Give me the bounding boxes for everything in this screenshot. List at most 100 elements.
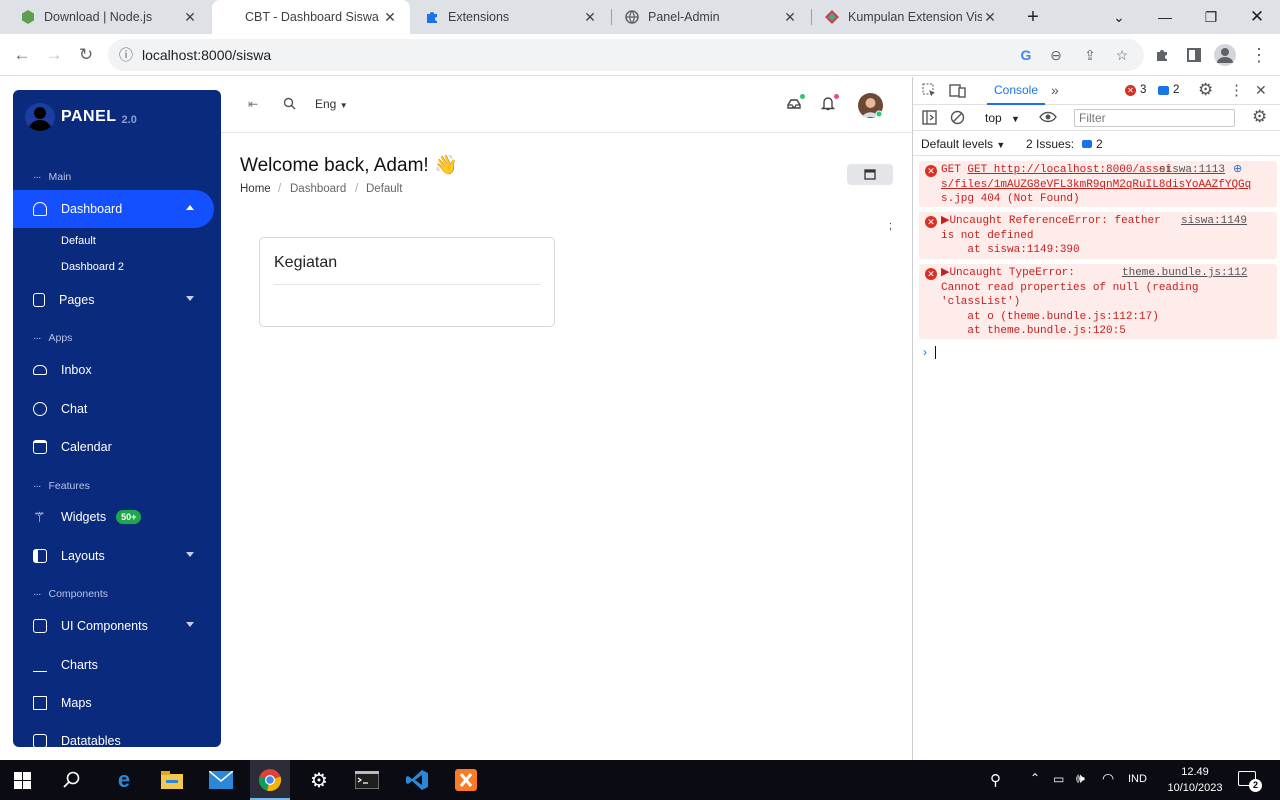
- battery-icon[interactable]: ▭: [1053, 772, 1064, 786]
- collapse-sidebar-icon[interactable]: ⇤: [248, 97, 258, 111]
- avatar[interactable]: [858, 93, 883, 118]
- kebab-menu-icon[interactable]: ⋮: [1229, 81, 1244, 99]
- network-link-icon[interactable]: ⊕: [1233, 163, 1242, 178]
- console-error-row[interactable]: ✕ ▶Uncaught ReferenceError: feather sisw…: [919, 212, 1277, 259]
- search-icon[interactable]: [283, 97, 296, 110]
- xampp-icon[interactable]: [452, 766, 480, 794]
- breadcrumb-home[interactable]: Home: [240, 183, 271, 195]
- breadcrumb-separator: /: [355, 183, 359, 195]
- clear-console-icon[interactable]: [950, 110, 965, 125]
- error-source-link[interactable]: siswa:1113: [1159, 163, 1225, 178]
- sidebar-item-chat[interactable]: Chat: [13, 390, 214, 428]
- tab-search-button[interactable]: ⌄: [1096, 0, 1142, 34]
- close-icon[interactable]: ✕: [782, 9, 798, 26]
- file-explorer-icon[interactable]: [158, 766, 186, 794]
- bookmark-star-icon[interactable]: ☆: [1112, 45, 1132, 65]
- minimize-button[interactable]: —: [1142, 0, 1188, 34]
- error-counter[interactable]: ✕ 3: [1125, 84, 1146, 96]
- language-indicator[interactable]: IND: [1128, 773, 1147, 785]
- extensions-puzzle-icon[interactable]: [1149, 42, 1175, 68]
- chrome-taskbar-button[interactable]: [250, 760, 290, 800]
- side-panel-icon[interactable]: [1181, 42, 1207, 68]
- sidebar-item-calendar[interactable]: Calendar: [13, 428, 214, 466]
- date-picker-button[interactable]: [847, 164, 893, 185]
- sidebar-item-widgets[interactable]: ⚚ Widgets 50+: [13, 498, 214, 536]
- sidebar-item-inbox[interactable]: Inbox: [13, 351, 214, 389]
- new-tab-button[interactable]: +: [1010, 0, 1056, 34]
- sidebar-item-datatables[interactable]: Datatables: [13, 722, 214, 747]
- inspect-element-icon[interactable]: [922, 83, 937, 98]
- profile-avatar-icon[interactable]: [1212, 42, 1238, 68]
- vscode-icon[interactable]: [403, 766, 431, 794]
- error-url[interactable]: GET http://localhost:8000/asset: [967, 164, 1172, 176]
- chevron-up-icon[interactable]: ⌃: [1030, 771, 1040, 785]
- sidebar-item-ui-components[interactable]: UI Components: [13, 607, 214, 645]
- info-icon[interactable]: ⓘ: [116, 45, 136, 65]
- console-error-row[interactable]: ✕ GET GET http://localhost:8000/asset si…: [919, 161, 1277, 207]
- sidebar-item-pages[interactable]: Pages: [13, 281, 214, 319]
- tab-kumpulan-extension[interactable]: Kumpulan Extension Visu ✕: [812, 0, 1010, 34]
- tab-console[interactable]: Console: [987, 77, 1045, 105]
- brand[interactable]: PANEL 2.0: [25, 103, 137, 131]
- address-bar[interactable]: ⓘ localhost:8000/siswa G ⊖ ⇪ ☆: [108, 39, 1144, 71]
- context-selector[interactable]: top ▼: [985, 111, 1020, 125]
- error-message-line[interactable]: s/files/1mAUZG8eVFL3kmR9qnM2qRuIL8disYoA…: [941, 178, 1251, 193]
- sidebar-item-charts[interactable]: Charts: [13, 646, 214, 684]
- error-stack-line[interactable]: at theme.bundle.js:120:5: [941, 324, 1125, 339]
- close-icon[interactable]: ✕: [982, 9, 998, 26]
- bell-icon[interactable]: [821, 96, 835, 111]
- device-toolbar-icon[interactable]: [949, 83, 966, 98]
- close-icon[interactable]: ✕: [1255, 82, 1267, 99]
- close-icon[interactable]: ✕: [382, 9, 398, 26]
- console-prompt[interactable]: ›: [923, 345, 937, 360]
- mail-icon[interactable]: [207, 766, 235, 794]
- more-icon[interactable]: ;: [889, 220, 892, 232]
- url-text[interactable]: localhost:8000/siswa: [142, 47, 271, 63]
- terminal-icon[interactable]: [353, 766, 381, 794]
- back-button[interactable]: ←: [9, 42, 35, 68]
- sidebar-toggle-icon[interactable]: [922, 110, 937, 125]
- error-stack-line[interactable]: at o (theme.bundle.js:112:17): [941, 310, 1158, 325]
- restore-button[interactable]: ❐: [1188, 0, 1234, 34]
- error-stack-line[interactable]: at siswa:1149:390: [941, 243, 1079, 258]
- close-window-button[interactable]: ✕: [1234, 0, 1280, 34]
- sidebar-subitem-default[interactable]: Default: [61, 235, 96, 247]
- search-icon[interactable]: [63, 771, 81, 789]
- sidebar-item-maps[interactable]: Maps: [13, 684, 214, 722]
- tab-panel-admin[interactable]: Panel-Admin ✕: [612, 0, 810, 34]
- sidebar-item-dashboard[interactable]: Dashboard: [13, 190, 214, 228]
- close-icon[interactable]: ✕: [182, 9, 198, 26]
- message-counter[interactable]: 2: [1158, 84, 1179, 96]
- volume-icon[interactable]: 🕪: [1076, 770, 1085, 787]
- console-filter-input[interactable]: [1074, 109, 1235, 127]
- clock[interactable]: 12.49 10/10/2023: [1164, 764, 1226, 796]
- settings-gear-icon[interactable]: ⚙: [1198, 80, 1213, 100]
- eye-icon[interactable]: [1039, 111, 1057, 123]
- google-icon[interactable]: G: [1016, 45, 1036, 65]
- share-icon[interactable]: ⇪: [1080, 45, 1100, 65]
- settings-gear-icon[interactable]: ⚙: [305, 766, 333, 794]
- error-source-link[interactable]: theme.bundle.js:112: [1122, 266, 1247, 281]
- sidebar-item-layouts[interactable]: Layouts: [13, 537, 214, 575]
- tab-cbt-dashboard[interactable]: CBT - Dashboard Siswa ✕: [212, 0, 410, 34]
- sidebar-subitem-dashboard-2[interactable]: Dashboard 2: [61, 261, 124, 273]
- zoom-icon[interactable]: ⊖: [1046, 45, 1066, 65]
- tab-extensions[interactable]: Extensions ✕: [412, 0, 610, 34]
- windows-start-icon[interactable]: [14, 772, 31, 789]
- error-source-link[interactable]: siswa:1149: [1181, 214, 1247, 229]
- kebab-menu-icon[interactable]: ⋮: [1246, 42, 1272, 68]
- forward-button[interactable]: →: [41, 42, 67, 68]
- more-tabs-icon[interactable]: »: [1051, 82, 1059, 98]
- people-icon[interactable]: ⚲: [990, 771, 1001, 789]
- console-error-row[interactable]: ✕ ▶Uncaught TypeError: theme.bundle.js:1…: [919, 264, 1277, 339]
- close-icon[interactable]: ✕: [582, 9, 598, 26]
- wifi-icon[interactable]: ◠: [1102, 770, 1114, 787]
- language-dropdown[interactable]: Eng ▼: [315, 97, 348, 111]
- tab-nodejs[interactable]: Download | Node.js ✕: [8, 0, 210, 34]
- console-settings-gear-icon[interactable]: ⚙: [1252, 107, 1267, 127]
- breadcrumb-dashboard[interactable]: Dashboard: [290, 183, 346, 195]
- levels-dropdown[interactable]: Default levels ▼: [921, 137, 1005, 151]
- edge-icon[interactable]: e: [110, 766, 138, 794]
- reload-button[interactable]: ↻: [73, 42, 99, 68]
- issues-button[interactable]: 2 Issues: 2: [1026, 137, 1103, 151]
